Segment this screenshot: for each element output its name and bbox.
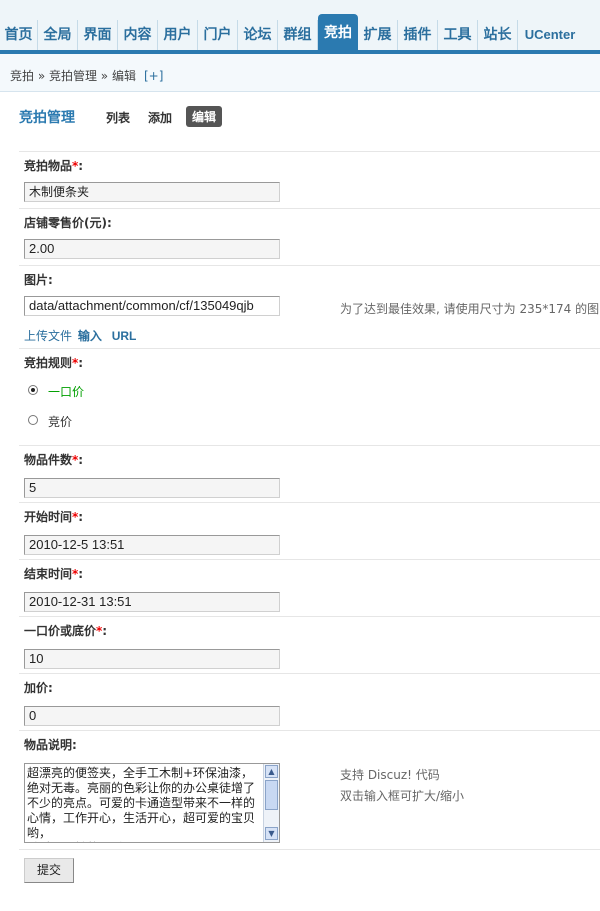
top-nav: 首页 全局 界面 内容 用户 门户 论坛 群组 竞拍 扩展 插件 工具 站长 U…: [0, 0, 600, 54]
divider: [19, 559, 600, 560]
breadcrumb: 竞拍 » 竞拍管理 » 编辑 [+]: [0, 54, 600, 92]
start-time-label: 开始时间*:: [24, 510, 84, 524]
price-label: 店铺零售价(元):: [24, 216, 112, 230]
scroll-thumb[interactable]: [265, 780, 278, 810]
divider: [19, 265, 600, 266]
tab-forum[interactable]: 论坛: [238, 20, 278, 50]
description-label: 物品说明:: [24, 738, 77, 752]
increment-label: 加价:: [24, 681, 53, 695]
tab-group[interactable]: 群组: [278, 20, 318, 50]
increment-input[interactable]: 0: [24, 706, 280, 726]
add-shortcut-link[interactable]: [+]: [144, 69, 163, 83]
subtab-edit[interactable]: 编辑: [186, 106, 223, 127]
rule-fixed-label[interactable]: 一口价: [48, 383, 84, 400]
divider: [19, 616, 600, 617]
divider: [19, 673, 600, 674]
breadcrumb-text: 竞拍 » 竞拍管理 » 编辑: [10, 69, 136, 83]
input-link[interactable]: 输入: [78, 329, 102, 343]
description-text: 超漂亮的便签夹，全手工木制+环保油漆，绝对无毒。亮丽的色彩让你的办公桌徒增了不少…: [27, 766, 256, 842]
tab-users[interactable]: 用户: [158, 20, 198, 50]
upload-file-link[interactable]: 上传文件: [24, 329, 72, 343]
base-price-input[interactable]: 10: [24, 649, 280, 669]
subtab-list[interactable]: 列表: [106, 109, 130, 126]
tab-webmaster[interactable]: 站长: [478, 20, 518, 50]
divider: [19, 151, 600, 152]
scroll-up-icon[interactable]: ▲: [265, 765, 278, 778]
divider: [19, 445, 600, 446]
image-path-input[interactable]: data/attachment/common/cf/135049qjb: [24, 296, 280, 316]
rule-fixed-radio[interactable]: [28, 385, 38, 395]
tab-auction[interactable]: 竞拍: [318, 14, 358, 50]
count-input[interactable]: 5: [24, 478, 280, 498]
divider: [19, 730, 600, 731]
textarea-scrollbar[interactable]: ▲ ▼: [263, 764, 279, 842]
image-size-hint: 为了达到最佳效果, 请使用尺寸为 235*174 的图: [340, 302, 600, 316]
discuz-code-hint: 支持 Discuz! 代码: [340, 768, 440, 782]
page-title: 竞拍管理: [19, 110, 75, 126]
image-source-links: 上传文件 输入 URL: [24, 327, 136, 344]
tab-plugins[interactable]: 插件: [398, 20, 438, 50]
submit-button[interactable]: 提交: [24, 858, 74, 883]
count-label: 物品件数*:: [24, 453, 84, 467]
rule-bid-radio[interactable]: [28, 415, 38, 425]
scroll-down-icon[interactable]: ▼: [265, 827, 278, 840]
divider: [19, 502, 600, 503]
tab-extend[interactable]: 扩展: [358, 20, 398, 50]
description-textarea[interactable]: 超漂亮的便签夹，全手工木制+环保油漆，绝对无毒。亮丽的色彩让你的办公桌徒增了不少…: [24, 763, 280, 843]
image-label: 图片:: [24, 273, 53, 287]
radio-selected-dot: [31, 388, 35, 392]
price-input[interactable]: 2.00: [24, 239, 280, 259]
rule-bid-label[interactable]: 竞价: [48, 413, 72, 430]
subtab-add[interactable]: 添加: [148, 109, 172, 126]
item-label: 竞拍物品*:: [24, 159, 84, 173]
item-name-input[interactable]: 木制便条夹: [24, 182, 280, 202]
tab-tools[interactable]: 工具: [438, 20, 478, 50]
divider: [19, 348, 600, 349]
base-price-label: 一口价或底价*:: [24, 624, 108, 638]
tab-content[interactable]: 内容: [118, 20, 158, 50]
rule-label: 竞拍规则*:: [24, 356, 84, 370]
tab-global[interactable]: 全局: [38, 20, 78, 50]
divider: [19, 208, 600, 209]
url-link[interactable]: URL: [112, 329, 137, 343]
start-time-input[interactable]: 2010-12-5 13:51: [24, 535, 280, 555]
resize-hint: 双击输入框可扩大/缩小: [340, 789, 465, 803]
tab-portal[interactable]: 门户: [198, 20, 238, 50]
tab-ucenter[interactable]: UCenter: [518, 20, 582, 50]
divider: [19, 849, 600, 850]
end-time-input[interactable]: 2010-12-31 13:51: [24, 592, 280, 612]
tab-interface[interactable]: 界面: [78, 20, 118, 50]
tab-home[interactable]: 首页: [0, 20, 38, 50]
end-time-label: 结束时间*:: [24, 567, 84, 581]
